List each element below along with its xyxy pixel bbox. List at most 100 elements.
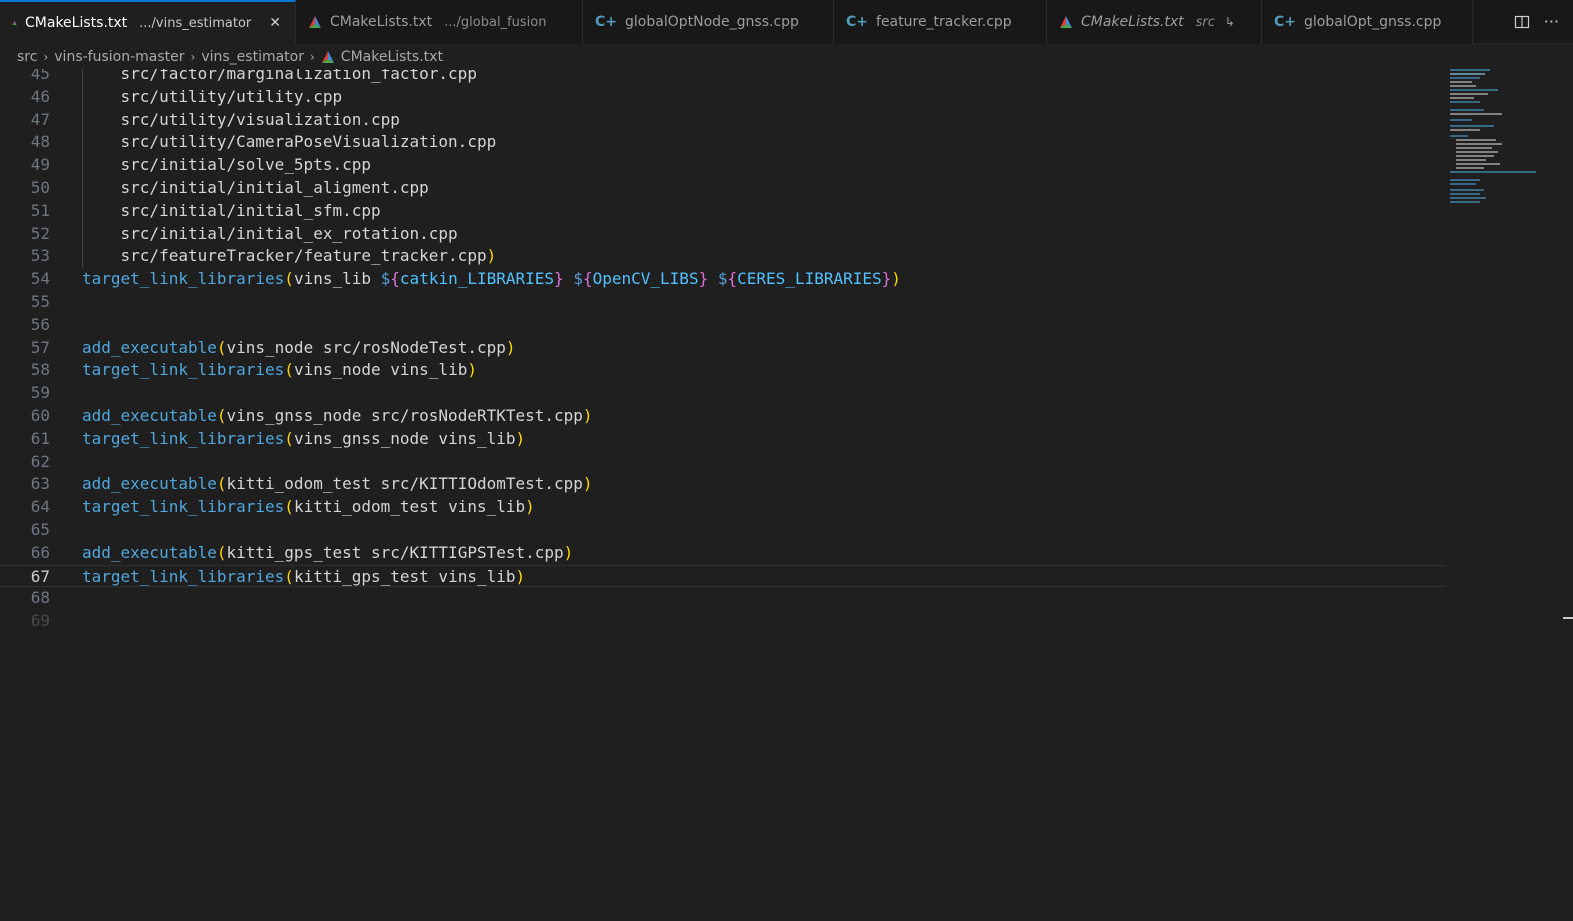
minimap-line [1450,129,1480,131]
code-line[interactable]: 55 [0,291,1445,314]
code-text: src/initial/initial_aligment.cpp [82,178,429,197]
code-text: src/featureTracker/feature_tracker.cpp) [82,246,497,266]
minimap-line [1450,189,1484,191]
code-line[interactable]: 52 src/initial/initial_ex_rotation.cpp [0,222,1445,246]
code-line[interactable]: 66 add_executable(kitti_gps_test src/KITT… [0,542,1445,565]
code-text: add_executable(vins_node src/rosNodeTest… [82,337,516,357]
code-line[interactable]: 68 [0,587,1445,610]
tab-4[interactable]: C+ feature_tracker.cpp [834,0,1047,44]
code-line[interactable]: 50 src/initial/initial_aligment.cpp [0,177,1445,200]
code-line[interactable]: 49 src/initial/solve_5pts.cpp [0,154,1445,177]
cpp-file-icon: C+ [1274,14,1297,30]
split-editor-icon[interactable] [1514,14,1530,30]
code-line[interactable]: 62 [0,451,1445,474]
line-number: 65 [30,520,50,539]
tab-6[interactable]: C+ globalOpt_gnss.cpp [1262,0,1473,44]
minimap-line [1450,135,1468,137]
code-line[interactable]: 64 target_link_libraries(kitti_odom_test … [0,496,1445,519]
code-line[interactable]: 54 target_link_libraries(vins_lib ${catki… [0,268,1445,291]
line-number: 49 [30,155,50,175]
code-line[interactable]: 46 src/utility/utility.cpp [0,85,1445,109]
code-text: target_link_libraries(kitti_odom_test vi… [82,497,535,517]
line-number: 63 [30,474,50,494]
code-text: target_link_libraries(vins_node vins_lib… [82,360,477,380]
minimap-line [1450,119,1472,121]
close-icon[interactable]: ✕ [269,15,281,31]
code-line[interactable]: 48 src/utility/CameraPoseVisualization.c… [0,131,1445,155]
tab-5[interactable]: CMakeLists.txt src ↳ [1047,0,1262,44]
code-line[interactable]: 67 target_link_libraries(kitti_gps_test v… [0,564,1445,588]
code-line[interactable]: 47 src/utility/visualization.cpp [0,108,1445,132]
line-number: 64 [30,497,50,517]
code-text: target_link_libraries(vins_lib ${catkin_… [82,269,901,289]
minimap-line [1450,171,1536,173]
tab-label: CMakeLists.txt [25,15,128,31]
minimap-line [1456,167,1484,169]
line-number: 57 [30,337,50,357]
code-line[interactable]: 45 src/factor/marginalization_factor.cpp [0,69,1445,86]
editor-actions: ··· [1500,0,1573,43]
minimap-line [1456,147,1492,149]
line-number: 56 [30,314,50,334]
code-line[interactable]: 57 add_executable(vins_node src/rosNodeTe… [0,337,1445,360]
tab-label: CMakeLists.txt [1081,14,1184,30]
minimap-line [1450,77,1480,79]
minimap-line [1450,193,1480,195]
minimap-line [1450,89,1498,91]
tab-bar: CMakeLists.txt .../vins_estimator ✕ CMakeLi… [0,0,1573,44]
code-line[interactable]: 69 [0,610,1445,633]
tab-label: CMakeLists.txt [330,14,433,30]
breadcrumb-item[interactable]: vins_estimator [201,49,304,65]
breadcrumb-item[interactable]: src [17,49,37,65]
code-line[interactable]: 65 [0,519,1445,542]
tab-3[interactable]: C+ globalOptNode_gnss.cpp [583,0,834,44]
minimap-line [1456,159,1486,161]
tab-label: globalOptNode_gnss.cpp [625,14,799,30]
minimap-line [1450,101,1480,103]
line-number: 61 [30,428,50,448]
minimap-line [1450,113,1502,115]
minimap-line [1456,151,1498,153]
tab-2[interactable]: CMakeLists.txt .../global_fusion [296,0,583,44]
breadcrumb-file[interactable]: CMakeLists.txt [321,49,443,65]
code-line[interactable]: 61 target_link_libraries(vins_gnss_node v… [0,428,1445,451]
code-line[interactable]: 51 src/initial/initial_sfm.cpp [0,199,1445,223]
line-number: 59 [30,383,50,403]
breadcrumb: src › vins-fusion-master › vins_estimator › CM… [0,44,1573,69]
code-line[interactable]: 53 src/featureTracker/feature_tracker.cp… [0,245,1445,269]
line-number: 60 [30,406,50,425]
line-number: 47 [30,109,50,129]
line-number: 45 [30,69,50,83]
minimap-line [1450,97,1474,99]
code-line[interactable]: 56 [0,314,1445,337]
minimap-line [1450,125,1494,127]
tab-1[interactable]: CMakeLists.txt .../vins_estimator ✕ [0,0,296,44]
minimap-line [1450,197,1486,199]
code-editor[interactable]: 45 src/factor/marginalization_factor.cpp… [0,69,1573,921]
line-number: 55 [30,292,50,311]
line-number: 53 [30,246,50,266]
minimap-line [1450,81,1472,83]
breadcrumb-item[interactable]: vins-fusion-master [54,49,184,65]
minimap-line [1456,143,1502,145]
cpp-file-icon: C+ [846,14,869,30]
code-line[interactable]: 60 add_executable(vins_gnss_node src/rosN… [0,405,1445,428]
code-line[interactable]: 63 add_executable(kitti_odom_test src/KIT… [0,473,1445,496]
line-number: 62 [30,451,50,471]
cmake-file-icon [309,16,321,28]
code-line[interactable]: 58 target_link_libraries(vins_node vins_l… [0,359,1445,382]
minimap-line [1450,179,1480,181]
code-line[interactable]: 59 [0,382,1445,405]
code-text: src/utility/utility.cpp [82,86,343,106]
cmake-file-icon [12,20,17,26]
minimap-line [1450,73,1485,75]
line-number: 69 [30,611,50,631]
more-actions-icon[interactable]: ··· [1544,12,1559,31]
code-text: target_link_libraries(vins_gnss_node vin… [82,428,526,448]
minimap-line [1450,109,1484,111]
tab-label: globalOpt_gnss.cpp [1304,14,1442,30]
code-text: src/factor/marginalization_factor.cpp [82,69,477,83]
minimap-line [1456,155,1494,157]
minimap-line [1450,201,1480,203]
minimap[interactable] [1450,69,1550,209]
